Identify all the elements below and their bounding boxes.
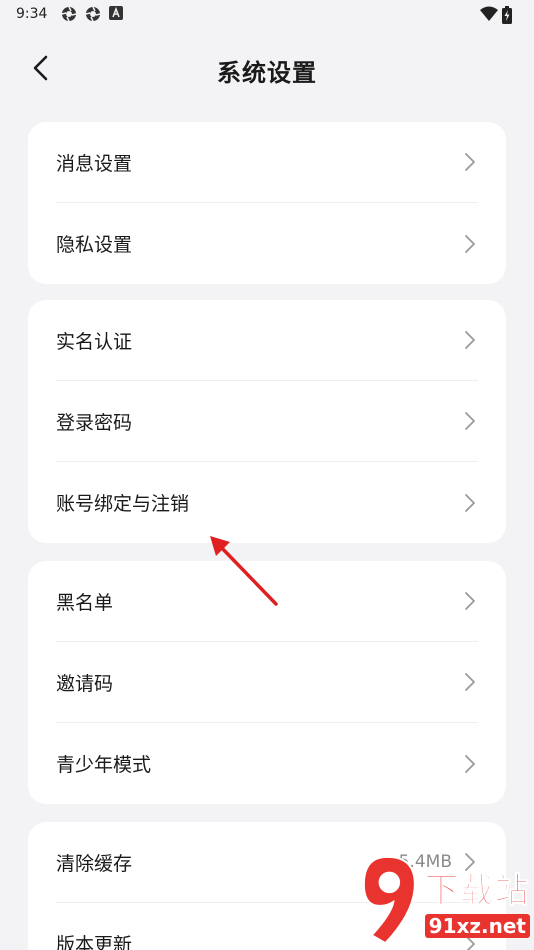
row-label: 隐私设置 — [56, 234, 133, 256]
row-message-settings[interactable]: 消息设置 — [56, 122, 478, 203]
status-left: 9:34 — [16, 6, 125, 22]
chevron-right-icon — [464, 672, 478, 692]
row-login-password[interactable]: 登录密码 — [56, 381, 478, 462]
chevron-right-icon — [464, 493, 478, 513]
battery-charging-icon — [502, 6, 518, 24]
settings-group-storage: 清除缓存 5.4MB 版本更新 — [28, 822, 506, 950]
row-label: 消息设置 — [56, 152, 133, 175]
status-right — [480, 6, 518, 24]
row-real-name-verification[interactable]: 实名认证 — [56, 300, 478, 381]
row-label: 清除缓存 — [56, 852, 133, 875]
aperture-icon — [85, 6, 101, 22]
wifi-icon — [480, 6, 498, 22]
row-label: 实名认证 — [56, 330, 133, 353]
chevron-right-icon — [464, 411, 478, 431]
chevron-right-icon — [464, 330, 478, 350]
settings-group-account: 实名认证 登录密码 账号绑定与注销 — [28, 300, 506, 543]
row-label: 账号绑定与注销 — [56, 493, 190, 515]
chevron-right-icon — [464, 852, 478, 872]
chevron-right-icon — [464, 152, 478, 172]
row-blacklist[interactable]: 黑名单 — [56, 561, 478, 642]
status-bar: 9:34 — [0, 0, 534, 28]
accessibility-a-icon — [109, 6, 125, 22]
row-account-binding-deletion[interactable]: 账号绑定与注销 — [56, 462, 478, 543]
row-clear-cache[interactable]: 清除缓存 5.4MB — [56, 822, 478, 903]
status-time: 9:34 — [16, 6, 48, 22]
row-label: 黑名单 — [56, 591, 114, 614]
chevron-right-icon — [464, 591, 478, 611]
row-invite-code[interactable]: 邀请码 — [56, 642, 478, 723]
row-label: 版本更新 — [56, 934, 133, 950]
cache-size-value: 5.4MB — [398, 852, 452, 872]
chevron-left-icon — [32, 55, 48, 85]
row-label: 登录密码 — [56, 411, 133, 434]
row-privacy-settings[interactable]: 隐私设置 — [56, 203, 478, 284]
page-title: 系统设置 — [217, 58, 317, 87]
row-version-update[interactable]: 版本更新 — [56, 903, 478, 950]
chevron-right-icon — [464, 234, 478, 254]
row-label: 青少年模式 — [56, 754, 152, 776]
chevron-right-icon — [464, 754, 478, 774]
chevron-right-icon — [464, 934, 478, 950]
back-button[interactable] — [22, 52, 58, 88]
row-label: 邀请码 — [56, 672, 114, 695]
settings-group-misc: 黑名单 邀请码 青少年模式 — [28, 561, 506, 804]
row-youth-mode[interactable]: 青少年模式 — [56, 723, 478, 804]
settings-group-notifications: 消息设置 隐私设置 — [28, 122, 506, 284]
page-header: 系统设置 — [0, 40, 534, 100]
aperture-icon — [61, 6, 77, 22]
